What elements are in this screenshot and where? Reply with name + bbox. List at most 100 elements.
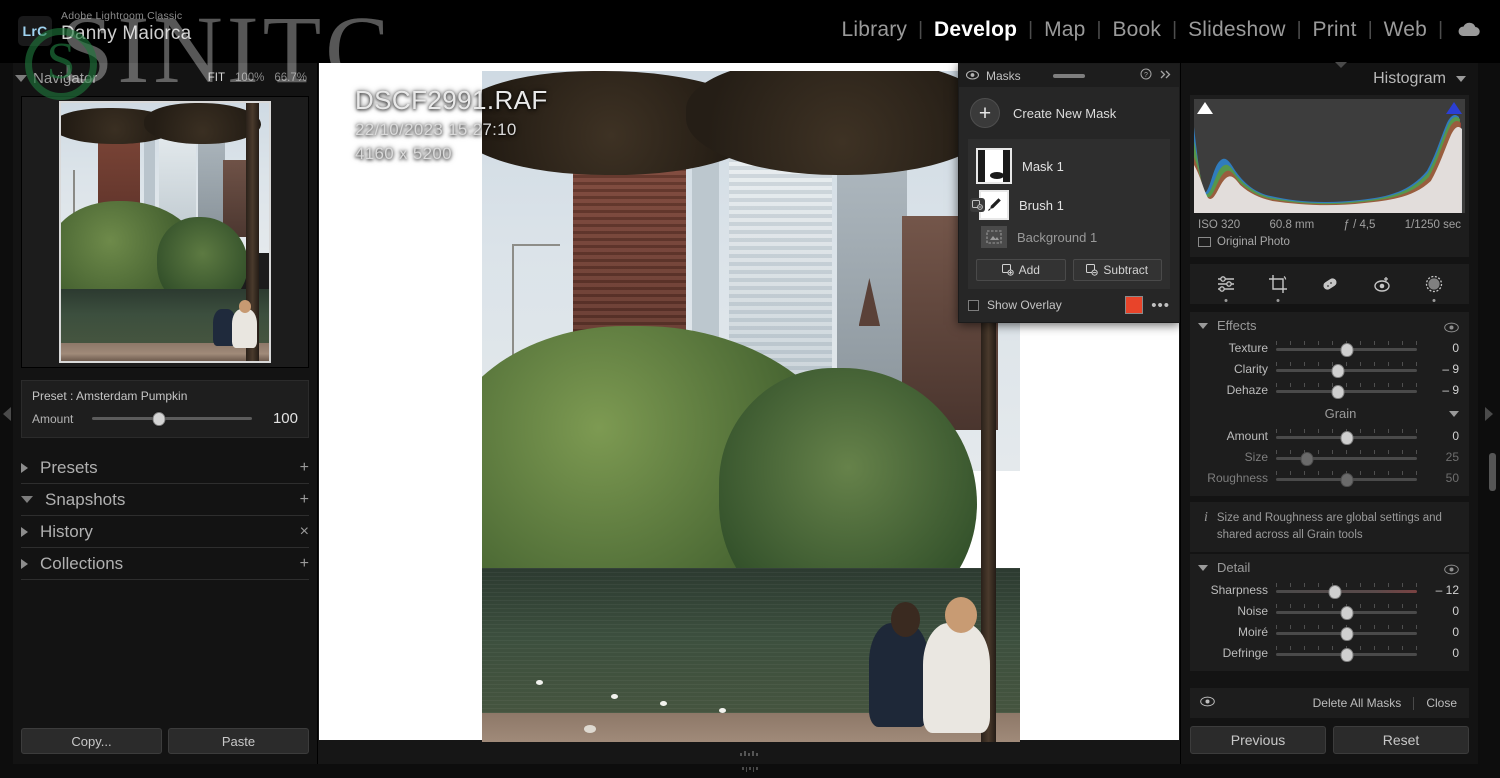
module-slideshow[interactable]: Slideshow <box>1177 18 1297 42</box>
filmstrip-handle[interactable] <box>318 742 1180 764</box>
slider-noise[interactable]: Noise 0 <box>1190 600 1469 621</box>
reset-button[interactable]: Reset <box>1333 726 1469 754</box>
mask-list-item-mask1[interactable]: Mask 1 <box>976 145 1162 187</box>
slider-sharpness[interactable]: Sharpness – 12 <box>1190 579 1469 600</box>
moire-label: Moiré <box>1237 624 1268 639</box>
module-web[interactable]: Web <box>1373 18 1438 42</box>
sidebar-item-presets[interactable]: Presets + <box>21 452 309 483</box>
defringe-slider[interactable] <box>1276 645 1417 662</box>
panel-resize-caret[interactable] <box>1334 62 1347 68</box>
chevron-down-icon[interactable] <box>1456 76 1466 82</box>
preset-amount-slider[interactable] <box>92 411 252 426</box>
grain-amount-slider[interactable] <box>1276 428 1417 445</box>
zoom-100[interactable]: 100% <box>235 72 264 84</box>
right-panel-scrollbar[interactable] <box>1489 453 1496 491</box>
module-book[interactable]: Book <box>1101 18 1172 42</box>
grip-icon[interactable] <box>742 767 758 773</box>
navigator-preview[interactable] <box>21 96 309 368</box>
histogram-header[interactable]: Histogram <box>1181 63 1478 95</box>
slider-defringe[interactable]: Defringe 0 <box>1190 642 1469 663</box>
grain-roughness-slider[interactable] <box>1276 470 1417 487</box>
right-panel: Histogram ISO 320 60.8 mm ƒ / 4,5 1/1250… <box>1180 62 1500 764</box>
module-map[interactable]: Map <box>1033 18 1096 42</box>
chevron-down-icon[interactable] <box>1198 322 1208 329</box>
photo-viewport[interactable]: DSCF2991.RAF 22/10/2023 15:27:10 4160 x … <box>318 63 1180 764</box>
noise-value: 0 <box>1452 603 1459 618</box>
original-photo-row[interactable]: Original Photo <box>1194 234 1465 253</box>
module-develop[interactable]: Develop <box>923 18 1028 42</box>
delete-all-masks-button[interactable]: Delete All Masks <box>1313 696 1402 710</box>
sharpness-slider[interactable] <box>1276 582 1417 599</box>
slider-clarity[interactable]: Clarity – 9 <box>1190 358 1469 379</box>
presets-add-icon[interactable]: + <box>300 459 309 477</box>
mask-list-item-background1[interactable]: Background 1 <box>976 223 1162 251</box>
moire-slider[interactable] <box>1276 624 1417 641</box>
sidebar-item-collections[interactable]: Collections + <box>21 548 309 579</box>
lightroom-window: LrC Adobe Lightroom Classic Danny Maiorc… <box>0 0 1500 778</box>
history-clear-icon[interactable]: × <box>300 523 309 541</box>
sidebar-item-history[interactable]: History × <box>21 516 309 547</box>
slider-moire[interactable]: Moiré 0 <box>1190 621 1469 642</box>
masks-more-menu-icon[interactable]: ••• <box>1151 297 1170 314</box>
red-eye-correction-icon[interactable] <box>1369 271 1395 297</box>
preset-name: Preset : Amsterdam Pumpkin <box>32 389 188 403</box>
previous-button[interactable]: Previous <box>1190 726 1326 754</box>
adjustment-panels: Effects Texture 0 Clarity – 9 Dehaze – 9… <box>1181 312 1478 682</box>
mask-visibility-eye-icon[interactable] <box>1200 696 1215 710</box>
texture-slider[interactable] <box>1276 340 1417 357</box>
slider-texture[interactable]: Texture 0 <box>1190 337 1469 358</box>
detail-visibility-eye-icon[interactable] <box>1444 562 1459 575</box>
account-name: Danny Maiorca <box>61 23 192 45</box>
close-masks-button[interactable]: Close <box>1426 696 1457 710</box>
highlight-clipping-indicator[interactable] <box>1446 102 1462 114</box>
shadow-clipping-indicator[interactable] <box>1197 102 1213 114</box>
effects-header[interactable]: Effects <box>1190 316 1469 337</box>
spot-removal-icon[interactable] <box>1317 271 1343 297</box>
mask-list-item-brush1[interactable]: Brush 1 <box>970 187 1162 223</box>
detail-header[interactable]: Detail <box>1190 558 1469 579</box>
histogram-graph[interactable] <box>1194 99 1465 213</box>
photo-render-small <box>61 103 269 361</box>
chevron-right-icon <box>1485 406 1493 421</box>
photo-image[interactable] <box>482 71 1020 761</box>
slider-grain-size[interactable]: Size 25 <box>1190 446 1469 467</box>
subtract-mask-button[interactable]: Subtract <box>1072 259 1162 281</box>
effects-visibility-eye-icon[interactable] <box>1444 320 1459 333</box>
texture-value: 0 <box>1452 340 1459 355</box>
dehaze-slider[interactable] <box>1276 382 1417 399</box>
chevron-down-icon[interactable] <box>1198 564 1208 571</box>
snapshots-add-icon[interactable]: + <box>300 491 309 509</box>
chevron-down-icon[interactable] <box>1449 410 1459 417</box>
add-mask-button[interactable]: Add <box>976 259 1066 281</box>
module-print[interactable]: Print <box>1302 18 1368 42</box>
overlay-color-swatch[interactable] <box>1125 296 1144 314</box>
slider-dehaze[interactable]: Dehaze – 9 <box>1190 379 1469 400</box>
zoom-667[interactable]: 66.7% <box>274 72 307 84</box>
chevron-double-right-icon[interactable] <box>1159 69 1172 83</box>
clarity-slider[interactable] <box>1276 361 1417 378</box>
slider-grain-amount[interactable]: Amount 0 <box>1190 425 1469 446</box>
masks-visibility-eye-icon[interactable] <box>965 69 980 83</box>
create-new-mask-button[interactable]: + Create New Mask <box>968 96 1170 139</box>
masking-icon[interactable] <box>1421 271 1447 302</box>
grain-size-slider[interactable] <box>1276 449 1417 466</box>
grain-subsection-header[interactable]: Grain <box>1190 400 1469 425</box>
basic-adjustments-icon[interactable] <box>1213 271 1239 302</box>
help-icon[interactable]: ? <box>1140 68 1152 83</box>
cloud-sync-icon[interactable] <box>1456 21 1482 39</box>
sidebar-item-snapshots[interactable]: Snapshots + <box>21 484 309 515</box>
zoom-fit[interactable]: FIT <box>208 72 225 84</box>
masks-panel-header[interactable]: Masks ? <box>959 64 1179 87</box>
paste-button[interactable]: Paste <box>168 728 309 754</box>
right-panel-collapse-handle[interactable] <box>1478 63 1500 764</box>
navigator-disclosure-triangle[interactable] <box>15 74 27 82</box>
module-library[interactable]: Library <box>831 18 919 42</box>
crop-overlay-icon[interactable] <box>1265 271 1291 302</box>
left-panel-collapse-handle[interactable] <box>0 63 13 764</box>
slider-grain-roughness[interactable]: Roughness 50 <box>1190 467 1469 488</box>
show-overlay-checkbox[interactable] <box>968 299 979 311</box>
collections-add-icon[interactable]: + <box>300 555 309 573</box>
copy-button[interactable]: Copy... <box>21 728 162 754</box>
noise-slider[interactable] <box>1276 603 1417 620</box>
masks-panel-drag-handle[interactable] <box>1053 73 1085 78</box>
